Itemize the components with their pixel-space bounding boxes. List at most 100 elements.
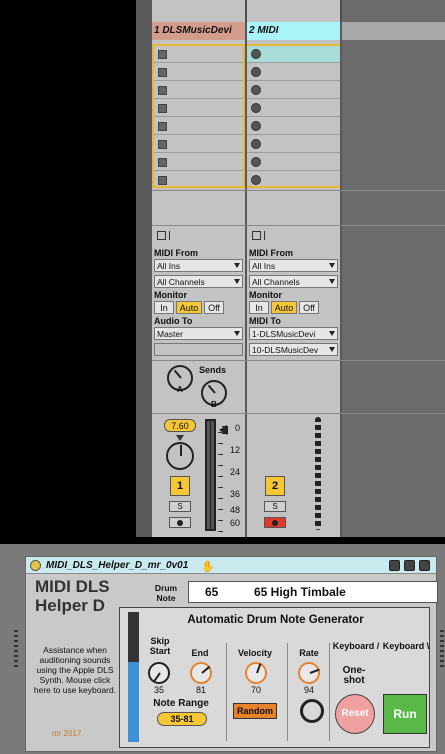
solo-button[interactable]: S: [264, 501, 286, 512]
audio-to-sub-select[interactable]: [154, 343, 243, 356]
power-icon[interactable]: [30, 560, 41, 571]
midi-to-sub-select[interactable]: 10-DLSMusicDev: [249, 343, 338, 356]
clip-slot[interactable]: [247, 154, 340, 171]
track-header-2[interactable]: 2 MIDI: [247, 22, 340, 40]
end-value: 81: [195, 685, 206, 695]
clip-slot[interactable]: [247, 136, 340, 153]
track-activator-button[interactable]: 2: [265, 476, 285, 496]
monitor-in-button[interactable]: In: [249, 301, 269, 314]
record-arm-dot-icon[interactable]: [251, 121, 261, 131]
clip-slot[interactable]: [154, 118, 243, 135]
edit-icon[interactable]: [389, 560, 400, 571]
knob-indicator: [309, 668, 320, 674]
stop-all-button[interactable]: [157, 231, 166, 240]
clip-slot[interactable]: [154, 46, 243, 63]
clip-stop-button[interactable]: [158, 122, 167, 131]
settings-icon[interactable]: [404, 560, 415, 571]
skip-start-label: Skip Start: [149, 636, 171, 656]
record-arm-button[interactable]: [169, 517, 191, 528]
knob-indicator: [201, 665, 211, 674]
drum-note-display[interactable]: 65 65 High Timbale: [188, 581, 438, 603]
track-activator-button[interactable]: 1: [170, 476, 190, 496]
stop-separator: [169, 231, 170, 240]
pan-knob[interactable]: [166, 442, 194, 470]
random-button[interactable]: Random: [233, 703, 277, 719]
midi-from-select[interactable]: All Ins: [249, 259, 338, 272]
select-value: Master: [157, 329, 183, 339]
clip-stop-button[interactable]: [158, 50, 167, 59]
device-titlebar[interactable]: MIDI_DLS_Helper_D_mr_0v01 ✋: [26, 557, 436, 574]
note-range-label: Note Range: [153, 698, 209, 709]
run-button[interactable]: Run: [383, 694, 427, 734]
clip-slot[interactable]: [154, 154, 243, 171]
monitor-auto-button[interactable]: Auto: [271, 301, 297, 314]
end-label: End: [191, 648, 209, 658]
midi-to-select[interactable]: 1-DLSMusicDevi: [249, 327, 338, 340]
monitor-in-button[interactable]: In: [154, 301, 174, 314]
monitor-group: In Auto Off: [249, 301, 319, 314]
level-meter-fill: [207, 421, 210, 529]
clip-slot[interactable]: [154, 82, 243, 99]
skip-start-knob[interactable]: [148, 662, 170, 684]
clip-slot[interactable]: [154, 172, 243, 189]
channel-select[interactable]: All Channels: [249, 275, 338, 288]
divider: [287, 643, 288, 741]
clip-slot[interactable]: [247, 172, 340, 189]
device-chain-left-grip: [14, 630, 18, 670]
monitor-off-button[interactable]: Off: [299, 301, 319, 314]
drum-note-value: 65: [205, 585, 219, 599]
assistance-text[interactable]: Assistance when auditioning sounds using…: [32, 645, 118, 695]
record-arm-dot-icon[interactable]: [251, 175, 261, 185]
clip-stop-button[interactable]: [158, 104, 167, 113]
level-meter-fill: [211, 421, 214, 529]
monitor-group: In Auto Off: [154, 301, 224, 314]
select-value: All Ins: [252, 261, 276, 271]
clip-slot[interactable]: [154, 136, 243, 153]
clip-stop-button[interactable]: [158, 68, 167, 77]
midi-from-select[interactable]: All Ins: [154, 259, 243, 272]
track-header-1[interactable]: 1 DLSMusicDevi: [152, 22, 245, 40]
sends-label: Sends: [199, 365, 227, 375]
clip-slot[interactable]: [247, 82, 340, 99]
track-column-3: [342, 0, 445, 537]
clip-slot[interactable]: [247, 118, 340, 135]
clip-slot[interactable]: [247, 64, 340, 81]
channel-select[interactable]: All Channels: [154, 275, 243, 288]
track-header-3[interactable]: [342, 22, 445, 40]
separator: [152, 413, 445, 414]
end-knob[interactable]: [190, 662, 212, 684]
separator: [152, 360, 445, 361]
record-arm-button[interactable]: [264, 517, 286, 528]
record-arm-dot-icon[interactable]: [251, 67, 261, 77]
stop-all-button[interactable]: [252, 231, 261, 240]
rate-toggle[interactable]: [300, 699, 324, 723]
record-arm-dot-icon[interactable]: [251, 49, 261, 59]
record-arm-dot-icon[interactable]: [251, 85, 261, 95]
clip-stop-button[interactable]: [158, 86, 167, 95]
record-arm-dot-icon[interactable]: [251, 103, 261, 113]
audio-to-select[interactable]: Master: [154, 327, 243, 340]
chevron-down-icon: [234, 279, 240, 284]
record-arm-dot-icon[interactable]: [251, 139, 261, 149]
velocity-knob[interactable]: [245, 662, 267, 684]
select-value: All Channels: [157, 277, 205, 287]
clip-slot[interactable]: [247, 100, 340, 117]
monitor-off-button[interactable]: Off: [204, 301, 224, 314]
clip-slot[interactable]: [154, 64, 243, 81]
generator-title: Automatic Drum Note Generator: [187, 614, 364, 626]
note-range-value[interactable]: 35-81: [157, 712, 207, 726]
reset-button[interactable]: Reset: [335, 694, 375, 734]
clip-stop-button[interactable]: [158, 158, 167, 167]
rate-label: Rate: [299, 648, 319, 658]
monitor-auto-button[interactable]: Auto: [176, 301, 202, 314]
record-arm-dot-icon[interactable]: [251, 157, 261, 167]
clip-stop-button[interactable]: [158, 176, 167, 185]
clip-stop-button[interactable]: [158, 140, 167, 149]
save-icon[interactable]: [419, 560, 430, 571]
solo-button[interactable]: S: [169, 501, 191, 512]
volume-value-badge[interactable]: 7.60: [164, 419, 196, 432]
clip-slot[interactable]: [247, 46, 340, 63]
midi-to-label: MIDI To: [249, 316, 281, 326]
clip-slot[interactable]: [154, 100, 243, 117]
rate-knob[interactable]: [298, 662, 320, 684]
